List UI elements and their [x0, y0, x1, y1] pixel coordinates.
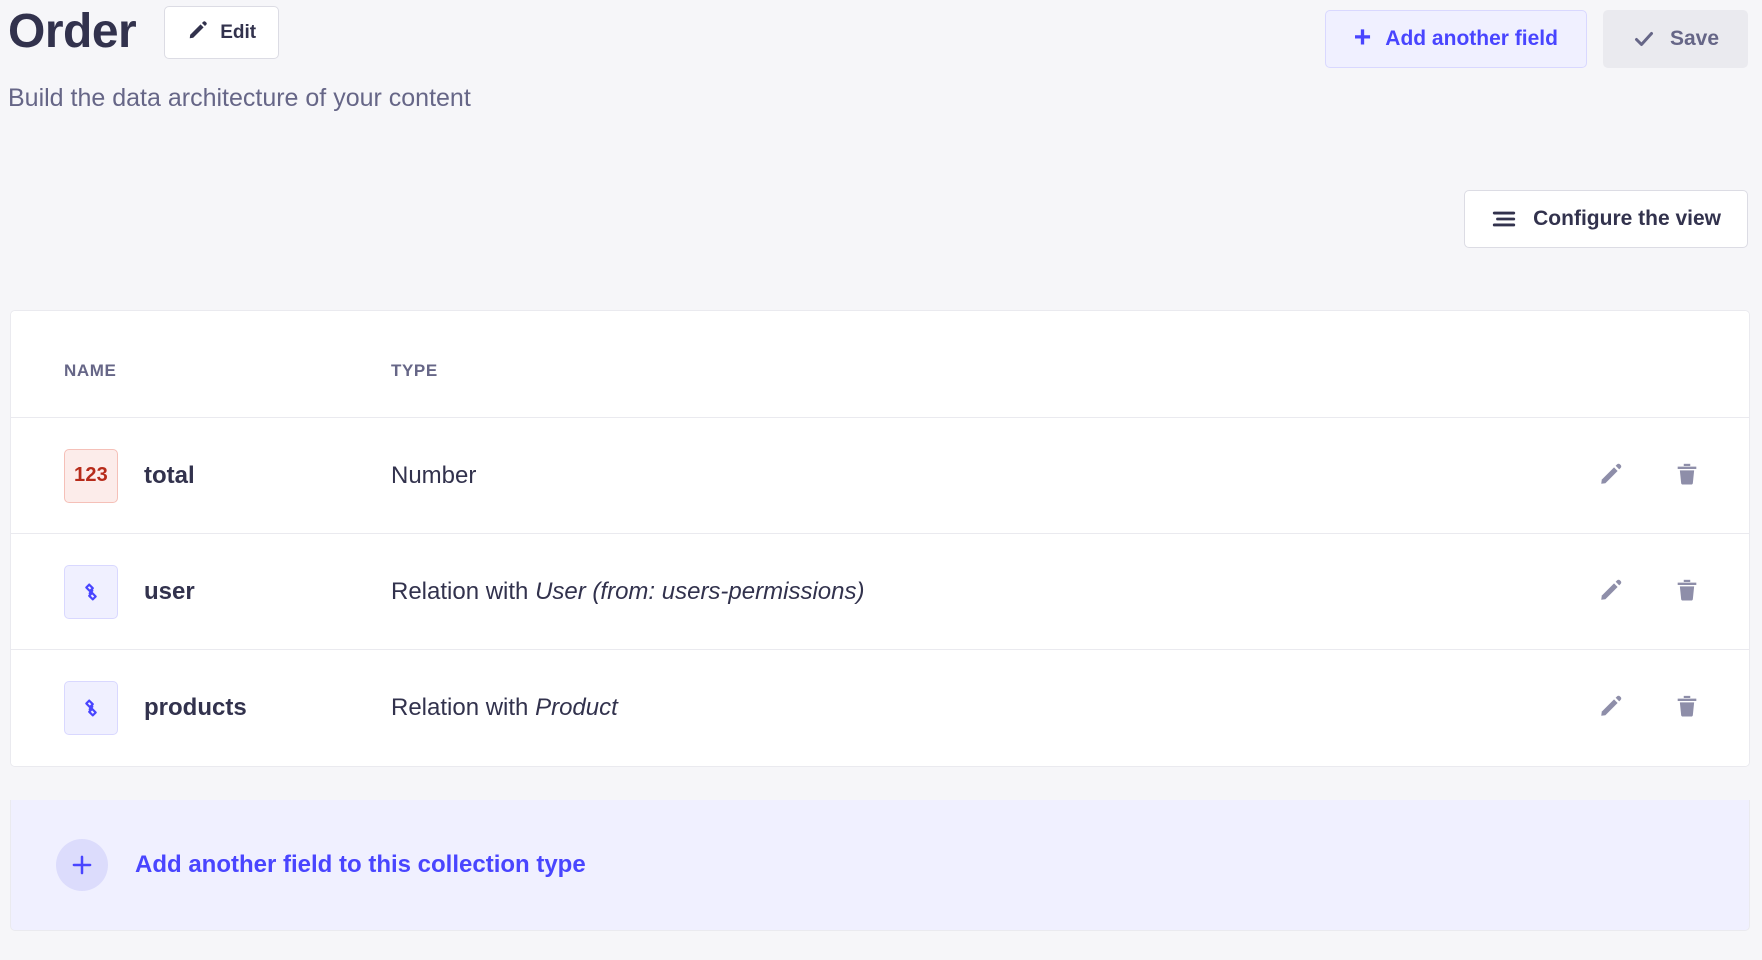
relation-link-icon — [64, 564, 118, 619]
header-actions: + Add another field Save — [1324, 10, 1748, 68]
configure-the-view-button[interactable]: Configure the view — [1464, 190, 1748, 248]
row-actions-cell — [1489, 649, 1749, 766]
field-name-label: user — [144, 577, 195, 605]
field-type-label: Relation with User (from: users-permissi… — [391, 577, 865, 605]
field-type-label: Number — [391, 461, 477, 489]
check-icon — [1632, 27, 1656, 51]
plus-icon — [56, 839, 108, 891]
table-body: 123 total Number user Relation with User… — [11, 417, 1749, 766]
configure-view-row: Configure the view — [1464, 190, 1748, 248]
delete-field-button[interactable] — [1670, 691, 1704, 725]
trash-icon — [1674, 461, 1700, 490]
field-type-cell: Relation with Product — [391, 649, 1489, 766]
pencil-icon — [1598, 693, 1624, 722]
pencil-icon — [187, 19, 209, 47]
row-actions-cell — [1489, 533, 1749, 650]
field-type-cell: Relation with User (from: users-permissi… — [391, 533, 1489, 650]
page-title: Order — [8, 5, 137, 59]
content-type-builder-page: Order Edit Build the data architecture o… — [0, 0, 1762, 960]
configure-the-view-label: Configure the view — [1533, 207, 1721, 230]
row-actions-cell — [1489, 417, 1749, 534]
save-button-label: Save — [1669, 27, 1719, 50]
number-123-icon: 123 — [64, 448, 118, 503]
table-header-row: NAME TYPE — [11, 311, 1749, 418]
field-name-cell: 123 total — [11, 417, 391, 534]
table-row[interactable]: 123 total Number — [11, 417, 1749, 534]
fields-table: NAME TYPE 123 total Number user Relation… — [11, 311, 1749, 766]
table-row[interactable]: products Relation with Product — [11, 649, 1749, 766]
title-row: Order Edit — [8, 5, 280, 59]
field-name-cell: products — [11, 649, 391, 766]
field-name-cell: user — [11, 533, 391, 650]
page-header: Order Edit Build the data architecture o… — [0, 0, 1762, 132]
field-type-label: Relation with Product — [391, 693, 618, 721]
delete-field-button[interactable] — [1670, 575, 1704, 609]
pencil-icon — [1598, 577, 1624, 606]
save-button[interactable]: Save — [1602, 10, 1748, 68]
fields-table-card: NAME TYPE 123 total Number user Relation… — [10, 310, 1750, 767]
field-name-label: total — [144, 461, 195, 489]
edit-field-button[interactable] — [1594, 691, 1628, 725]
add-another-field-button[interactable]: + Add another field — [1324, 10, 1587, 68]
field-type-cell: Number — [391, 417, 1489, 534]
column-header-type: TYPE — [391, 311, 1489, 418]
trash-icon — [1674, 693, 1700, 722]
filter-lines-icon — [1491, 206, 1517, 232]
edit-button[interactable]: Edit — [164, 6, 280, 59]
page-subtitle: Build the data architecture of your cont… — [8, 84, 471, 112]
column-header-actions — [1489, 311, 1749, 418]
edit-button-label: Edit — [220, 21, 257, 43]
edit-field-button[interactable] — [1594, 459, 1628, 493]
pencil-icon — [1598, 461, 1624, 490]
add-another-field-label: Add another field — [1385, 27, 1558, 50]
edit-field-button[interactable] — [1594, 575, 1628, 609]
column-header-name: NAME — [11, 311, 391, 418]
relation-link-icon — [64, 680, 118, 735]
trash-icon — [1674, 577, 1700, 606]
add-another-field-footer-label: Add another field to this collection typ… — [135, 851, 586, 878]
add-another-field-footer[interactable]: Add another field to this collection typ… — [10, 800, 1750, 931]
plus-icon: + — [1353, 21, 1372, 54]
field-name-label: products — [144, 693, 247, 721]
table-row[interactable]: user Relation with User (from: users-per… — [11, 533, 1749, 650]
table-head: NAME TYPE — [11, 311, 1749, 418]
delete-field-button[interactable] — [1670, 459, 1704, 493]
